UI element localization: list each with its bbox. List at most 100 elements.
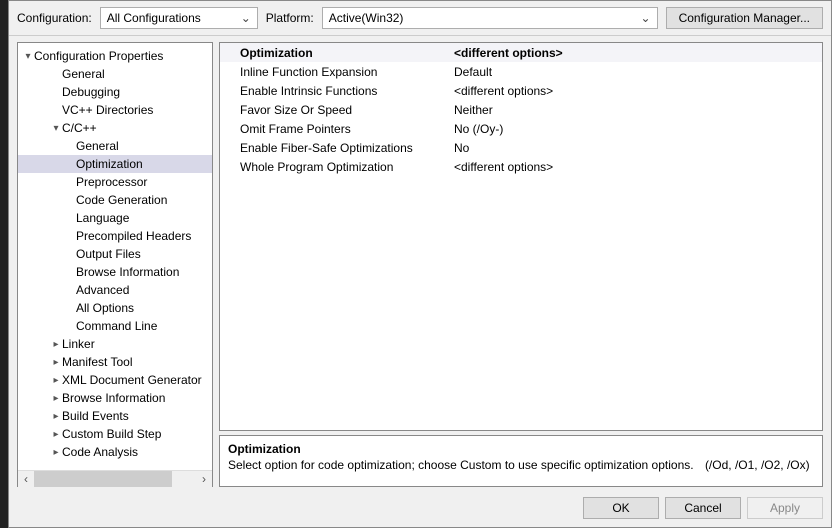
property-value[interactable]: Neither [450, 103, 822, 117]
tree-item-label: Build Events [62, 409, 129, 423]
property-row[interactable]: Optimization<different options> [220, 43, 822, 62]
description-body: Select option for code optimization; cho… [228, 458, 814, 474]
tree-item[interactable]: ▸Code Analysis [18, 443, 212, 461]
horizontal-scrollbar[interactable]: ‹ › [18, 470, 212, 486]
platform-combo[interactable]: Active(Win32) ⌄ [322, 7, 658, 29]
property-value[interactable]: No (/Oy-) [450, 122, 822, 136]
property-value[interactable]: <different options> [450, 84, 822, 98]
apply-button[interactable]: Apply [747, 497, 823, 519]
tree-item[interactable]: Optimization [18, 155, 212, 173]
property-name: Enable Intrinsic Functions [220, 84, 450, 98]
tree-item-label: Code Generation [76, 193, 167, 207]
property-row[interactable]: Enable Fiber-Safe OptimizationsNo [220, 138, 822, 157]
scroll-track[interactable] [34, 471, 196, 487]
tree-item[interactable]: ▾C/C++ [18, 119, 212, 137]
property-name: Inline Function Expansion [220, 65, 450, 79]
configuration-manager-label: Configuration Manager... [679, 11, 810, 25]
scroll-left-icon[interactable]: ‹ [18, 471, 34, 487]
expander-closed-icon[interactable]: ▸ [50, 393, 62, 404]
tree-item-label: XML Document Generator [62, 373, 202, 387]
scroll-thumb[interactable] [34, 471, 172, 487]
tree-item-label: General [62, 67, 105, 81]
tree-item[interactable]: ▸Browse Information [18, 389, 212, 407]
chevron-down-icon: ⌄ [239, 11, 253, 25]
property-row[interactable]: Inline Function ExpansionDefault [220, 62, 822, 81]
description-hint: (/Od, /O1, /O2, /Ox) [705, 458, 810, 472]
tree-item-label: Manifest Tool [62, 355, 132, 369]
tree-item[interactable]: Advanced [18, 281, 212, 299]
expander-closed-icon[interactable]: ▸ [50, 339, 62, 350]
expander-closed-icon[interactable]: ▸ [50, 375, 62, 386]
tree-item[interactable]: ▸Custom Build Step [18, 425, 212, 443]
description-title: Optimization [228, 442, 814, 456]
tree-item-label: Code Analysis [62, 445, 138, 459]
scroll-right-icon[interactable]: › [196, 471, 212, 487]
property-row[interactable]: Omit Frame PointersNo (/Oy-) [220, 119, 822, 138]
tree-item[interactable]: VC++ Directories [18, 101, 212, 119]
tree-item-label: Preprocessor [76, 175, 147, 189]
tree-item-label: Output Files [76, 247, 141, 261]
property-value[interactable]: <different options> [450, 160, 822, 174]
tree-item[interactable]: Browse Information [18, 263, 212, 281]
property-name: Favor Size Or Speed [220, 103, 450, 117]
expander-open-icon[interactable]: ▾ [22, 51, 34, 62]
description-text: Select option for code optimization; cho… [228, 458, 694, 472]
tree-item[interactable]: Code Generation [18, 191, 212, 209]
expander-closed-icon[interactable]: ▸ [50, 411, 62, 422]
configuration-manager-button[interactable]: Configuration Manager... [666, 7, 823, 29]
tree-item-label: C/C++ [62, 121, 97, 135]
tree-item-label: Browse Information [76, 265, 179, 279]
dialog-footer: OK Cancel Apply [9, 491, 831, 527]
description-panel: Optimization Select option for code opti… [219, 435, 823, 487]
tree-item[interactable]: General [18, 65, 212, 83]
tree-item[interactable]: Command Line [18, 317, 212, 335]
tree-item[interactable]: ▸Linker [18, 335, 212, 353]
cancel-button[interactable]: Cancel [665, 497, 741, 519]
tree-item-label: General [76, 139, 119, 153]
ide-left-strip [0, 0, 8, 528]
tree-item[interactable]: General [18, 137, 212, 155]
tree-item[interactable]: ▸Build Events [18, 407, 212, 425]
tree-item-label: Custom Build Step [62, 427, 161, 441]
property-row[interactable]: Enable Intrinsic Functions<different opt… [220, 81, 822, 100]
property-value[interactable]: Default [450, 65, 822, 79]
tree-item-label: Language [76, 211, 129, 225]
property-row[interactable]: Favor Size Or SpeedNeither [220, 100, 822, 119]
topbar: Configuration: All Configurations ⌄ Plat… [9, 1, 831, 36]
nav-tree: ▾Configuration PropertiesGeneralDebuggin… [17, 42, 213, 487]
tree-item-label: Browse Information [62, 391, 165, 405]
nav-tree-body[interactable]: ▾Configuration PropertiesGeneralDebuggin… [18, 43, 212, 470]
property-row[interactable]: Whole Program Optimization<different opt… [220, 157, 822, 176]
expander-closed-icon[interactable]: ▸ [50, 447, 62, 458]
configuration-value: All Configurations [107, 11, 201, 25]
expander-open-icon[interactable]: ▾ [50, 123, 62, 134]
tree-item[interactable]: Precompiled Headers [18, 227, 212, 245]
tree-item-label: Configuration Properties [34, 49, 163, 63]
ok-button[interactable]: OK [583, 497, 659, 519]
tree-item[interactable]: Output Files [18, 245, 212, 263]
tree-item-label: Linker [62, 337, 95, 351]
tree-item[interactable]: ▾Configuration Properties [18, 47, 212, 65]
property-name: Whole Program Optimization [220, 160, 450, 174]
tree-item[interactable]: ▸XML Document Generator [18, 371, 212, 389]
configuration-combo[interactable]: All Configurations ⌄ [100, 7, 258, 29]
tree-item[interactable]: Language [18, 209, 212, 227]
property-value[interactable]: <different options> [450, 46, 822, 60]
tree-item-label: Precompiled Headers [76, 229, 191, 243]
right-column: Optimization<different options>Inline Fu… [219, 42, 823, 487]
tree-item[interactable]: Debugging [18, 83, 212, 101]
expander-closed-icon[interactable]: ▸ [50, 357, 62, 368]
property-value[interactable]: No [450, 141, 822, 155]
tree-item[interactable]: ▸Manifest Tool [18, 353, 212, 371]
main-split: ▾Configuration PropertiesGeneralDebuggin… [9, 36, 831, 491]
cancel-label: Cancel [684, 501, 721, 515]
tree-item[interactable]: All Options [18, 299, 212, 317]
tree-item-label: VC++ Directories [62, 103, 153, 117]
chevron-down-icon: ⌄ [639, 11, 653, 25]
expander-closed-icon[interactable]: ▸ [50, 429, 62, 440]
tree-item[interactable]: Preprocessor [18, 173, 212, 191]
property-name: Omit Frame Pointers [220, 122, 450, 136]
platform-label: Platform: [266, 11, 314, 25]
property-grid[interactable]: Optimization<different options>Inline Fu… [219, 42, 823, 431]
platform-value: Active(Win32) [329, 11, 404, 25]
